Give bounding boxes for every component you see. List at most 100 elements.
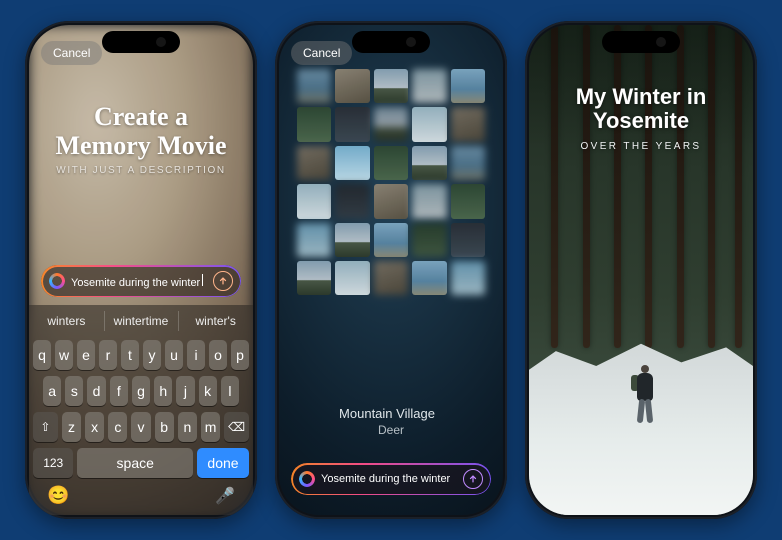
photo-thumb — [412, 69, 446, 103]
photo-thumb — [374, 184, 408, 218]
photo-thumb — [412, 146, 446, 180]
key-f[interactable]: f — [110, 376, 128, 406]
photo-thumb — [374, 223, 408, 257]
phone-generating-storyboard: Cancel — [275, 21, 507, 519]
photo-thumb — [335, 107, 369, 141]
key-w[interactable]: w — [55, 340, 73, 370]
key-r[interactable]: r — [99, 340, 117, 370]
key-g[interactable]: g — [132, 376, 150, 406]
key-n[interactable]: n — [178, 412, 197, 442]
key-done[interactable]: done — [197, 448, 249, 478]
photo-thumb — [335, 184, 369, 218]
submit-arrow-button[interactable] — [463, 469, 483, 489]
key-delete[interactable]: ⌫ — [224, 412, 249, 442]
photo-thumb — [335, 69, 369, 103]
key-s[interactable]: s — [65, 376, 83, 406]
page-title: Create a Memory Movie — [29, 103, 253, 160]
prompt-input-text[interactable]: Yosemite during the winter — [71, 274, 213, 289]
key-c[interactable]: c — [108, 412, 127, 442]
dynamic-island — [352, 31, 430, 53]
key-q[interactable]: q — [33, 340, 51, 370]
keyboard-footer: 😊 🎤 — [29, 481, 253, 506]
keyboard-row: q w e r t y u i o p — [29, 337, 253, 373]
emoji-icon[interactable]: 😊 — [47, 485, 69, 506]
chapter-label: Mountain Village Deer — [279, 406, 503, 437]
photo-thumb — [297, 261, 331, 295]
photo-thumb — [451, 69, 485, 103]
dynamic-island — [602, 31, 680, 53]
photo-thumb — [451, 223, 485, 257]
dictation-icon[interactable]: 🎤 — [215, 486, 235, 506]
phone-create-memory: Cancel Create a Memory Movie WITH JUST A… — [25, 21, 257, 519]
photo-thumb — [297, 223, 331, 257]
key-space[interactable]: space — [77, 448, 193, 478]
photo-thumb — [374, 261, 408, 295]
photo-thumb — [335, 223, 369, 257]
key-u[interactable]: u — [165, 340, 183, 370]
photo-thumb — [451, 146, 485, 180]
photo-thumb — [412, 261, 446, 295]
photo-thumb — [374, 107, 408, 141]
key-y[interactable]: y — [143, 340, 161, 370]
submit-arrow-button[interactable] — [213, 271, 233, 291]
key-t[interactable]: t — [121, 340, 139, 370]
keyboard-suggestion-bar: winters wintertime winter's — [29, 305, 253, 337]
key-o[interactable]: o — [209, 340, 227, 370]
photo-thumb — [297, 107, 331, 141]
photo-thumb — [297, 146, 331, 180]
key-shift[interactable]: ⇧ — [33, 412, 58, 442]
key-e[interactable]: e — [77, 340, 95, 370]
prompt-input-text[interactable]: Yosemite during the winter — [321, 473, 463, 485]
movie-subtitle: OVER THE YEARS — [529, 141, 753, 152]
suggestion[interactable]: winters — [29, 305, 104, 337]
phone-memory-movie-result: My Winter in Yosemite OVER THE YEARS — [525, 21, 757, 519]
photo-thumb — [412, 107, 446, 141]
keyboard: winters wintertime winter's q w e r t y … — [29, 305, 253, 515]
key-l[interactable]: l — [221, 376, 239, 406]
photo-thumb — [451, 184, 485, 218]
key-h[interactable]: h — [154, 376, 172, 406]
chapter-main: Mountain Village — [339, 406, 435, 421]
key-a[interactable]: a — [43, 376, 61, 406]
photo-grid — [297, 69, 485, 295]
suggestion[interactable]: wintertime — [104, 305, 179, 337]
key-k[interactable]: k — [199, 376, 217, 406]
key-v[interactable]: v — [131, 412, 150, 442]
movie-title: My Winter in Yosemite — [529, 85, 753, 133]
key-z[interactable]: z — [62, 412, 81, 442]
screen[interactable]: My Winter in Yosemite OVER THE YEARS — [529, 25, 753, 515]
dynamic-island — [102, 31, 180, 53]
photo-thumb — [297, 69, 331, 103]
key-i[interactable]: i — [187, 340, 205, 370]
hiker-figure — [631, 365, 659, 425]
screen: Cancel — [279, 25, 503, 515]
key-b[interactable]: b — [155, 412, 174, 442]
photo-thumb — [451, 107, 485, 141]
keyboard-row: 123 space done — [29, 445, 253, 481]
apple-intelligence-icon — [49, 273, 65, 289]
prompt-input-capsule[interactable]: Yosemite during the winter — [291, 463, 491, 495]
photo-thumb — [412, 184, 446, 218]
key-numbers[interactable]: 123 — [33, 448, 73, 478]
page-subtitle: WITH JUST A DESCRIPTION — [29, 165, 253, 176]
prompt-input-capsule[interactable]: Yosemite during the winter — [41, 265, 241, 297]
photo-thumb — [297, 184, 331, 218]
photo-thumb — [412, 223, 446, 257]
keyboard-row: ⇧ z x c v b n m ⌫ — [29, 409, 253, 445]
apple-intelligence-icon — [299, 471, 315, 487]
photo-thumb — [374, 69, 408, 103]
key-d[interactable]: d — [87, 376, 105, 406]
photo-thumb — [335, 261, 369, 295]
keyboard-row: a s d f g h j k l — [29, 373, 253, 409]
key-j[interactable]: j — [176, 376, 194, 406]
suggestion[interactable]: winter's — [178, 305, 253, 337]
cancel-button[interactable]: Cancel — [41, 41, 102, 65]
key-x[interactable]: x — [85, 412, 104, 442]
photo-thumb — [335, 146, 369, 180]
photo-thumb — [374, 146, 408, 180]
key-m[interactable]: m — [201, 412, 220, 442]
cancel-button[interactable]: Cancel — [291, 41, 352, 65]
screen: Cancel Create a Memory Movie WITH JUST A… — [29, 25, 253, 515]
chapter-sub: Deer — [279, 423, 503, 437]
key-p[interactable]: p — [231, 340, 249, 370]
